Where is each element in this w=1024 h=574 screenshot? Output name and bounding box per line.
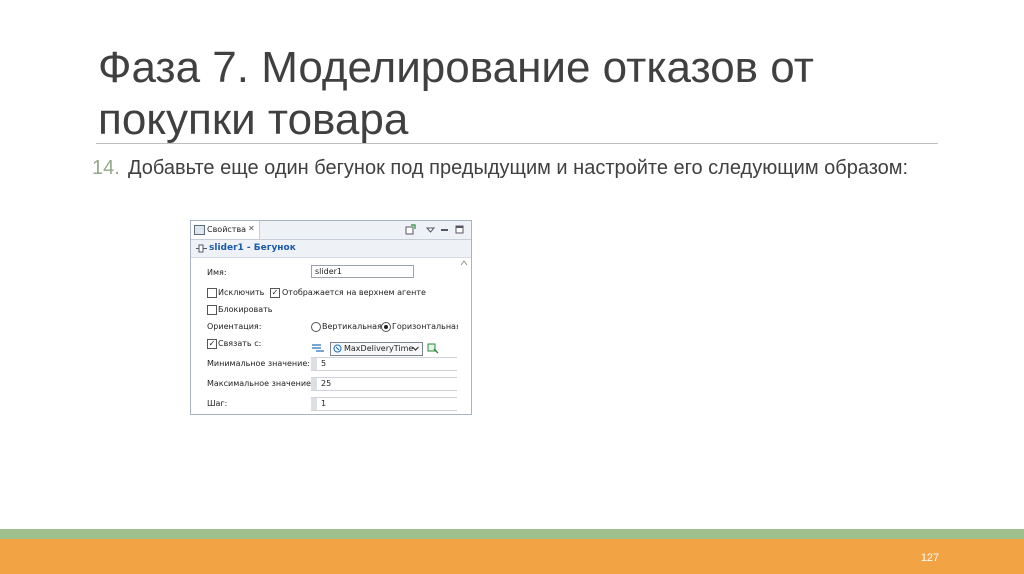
min-input[interactable]: 5	[311, 357, 457, 371]
tab-properties[interactable]: Свойства ✕	[191, 221, 260, 239]
link-label: Связать с:	[218, 339, 262, 348]
exclude-checkbox[interactable]	[207, 288, 217, 298]
exclude-label: Исключить	[218, 288, 265, 297]
chevron-down-icon	[411, 343, 420, 356]
slide-title: Фаза 7. Моделирование отказов от покупки…	[98, 43, 814, 144]
maximize-icon[interactable]	[454, 224, 465, 235]
orientation-vertical-radio[interactable]	[311, 322, 321, 332]
orientation-horizontal-radio[interactable]	[381, 322, 391, 332]
item-number: 14.	[92, 157, 120, 179]
name-label: Имя:	[207, 268, 227, 277]
add-link-icon[interactable]	[427, 342, 439, 356]
min-label: Минимальное значение:	[207, 359, 310, 368]
orientation-label: Ориентация:	[207, 322, 262, 331]
link-combo[interactable]: MaxDeliveryTime	[330, 342, 423, 356]
minimize-icon[interactable]	[439, 224, 450, 235]
step-label: Шаг:	[207, 399, 228, 408]
step-input[interactable]: 1	[311, 397, 457, 411]
min-input-grip	[311, 358, 317, 370]
panel-heading-text: slider1 - Бегунок	[209, 243, 296, 253]
orientation-horizontal-label: Горизонтальная	[392, 322, 461, 331]
pin-icon[interactable]	[405, 224, 416, 235]
max-label: Максимальное значение:	[207, 379, 314, 388]
close-icon[interactable]: ✕	[248, 224, 255, 233]
lock-label: Блокировать	[218, 305, 273, 314]
panel-tab-bar: Свойства ✕	[191, 221, 471, 240]
name-input[interactable]: slider1	[311, 265, 414, 278]
parameter-type-icon	[333, 344, 342, 355]
scroll-up-icon[interactable]	[460, 260, 468, 268]
step-input-grip	[311, 398, 317, 410]
instruction-item: 14. Добавьте еще один бегунок под предыд…	[92, 156, 942, 181]
lock-checkbox[interactable]	[207, 305, 217, 315]
max-value: 25	[321, 379, 332, 388]
step-value: 1	[321, 399, 327, 408]
link-checkbox[interactable]: ✓	[207, 339, 217, 349]
footer-orange-band	[0, 539, 1024, 574]
parameter-icon[interactable]	[312, 343, 325, 354]
panel-scrollbar[interactable]	[458, 258, 470, 414]
item-text: Добавьте еще один бегунок под предыдущим…	[128, 157, 909, 179]
view-menu-icon[interactable]	[425, 224, 436, 235]
panel-heading: slider1 - Бегунок	[191, 240, 471, 258]
title-divider	[96, 143, 938, 144]
show-on-top-label: Отображается на верхнем агенте	[282, 288, 426, 297]
slider-icon	[196, 244, 207, 256]
page-number: 127	[920, 552, 940, 564]
properties-panel: Свойства ✕ slider1 - Бегунок Имя: slider…	[190, 220, 472, 415]
tab-label: Свойства	[207, 225, 247, 234]
properties-icon	[194, 225, 205, 235]
orientation-vertical-label: Вертикальная	[322, 322, 382, 331]
min-value: 5	[321, 359, 327, 368]
link-combo-value: MaxDeliveryTime	[344, 344, 414, 353]
max-input[interactable]: 25	[311, 377, 457, 391]
max-input-grip	[311, 378, 317, 390]
show-on-top-checkbox[interactable]: ✓	[270, 288, 280, 298]
footer-green-band	[0, 529, 1024, 539]
